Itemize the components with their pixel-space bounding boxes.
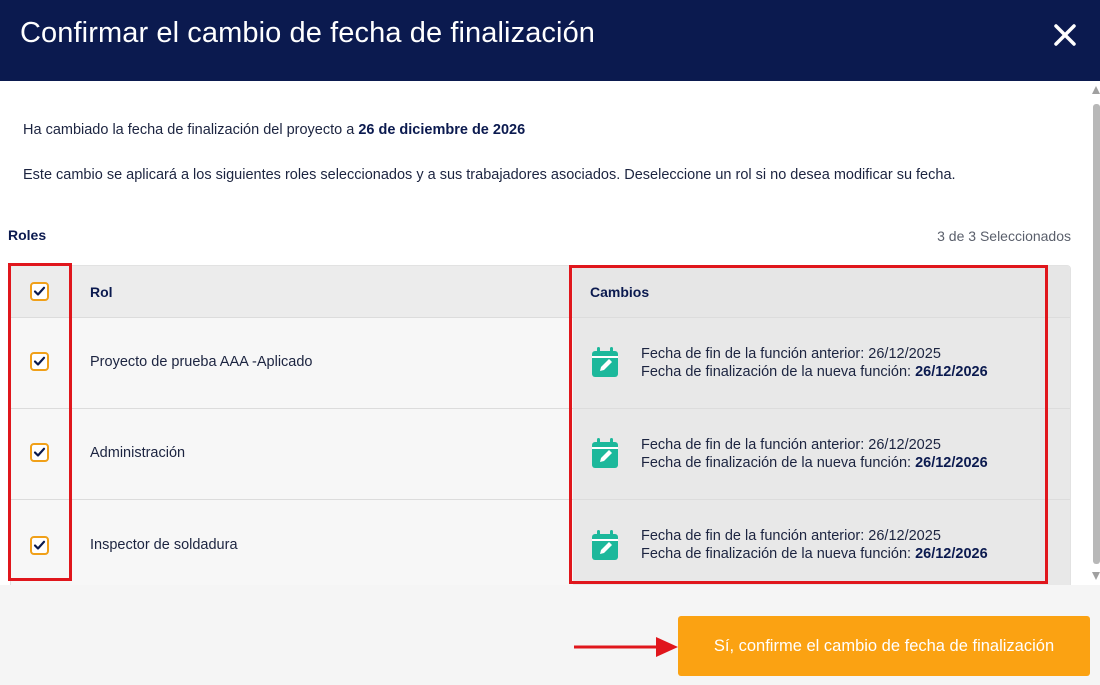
role-checkbox[interactable]	[30, 443, 49, 462]
table-header: Rol Cambios	[11, 266, 1070, 317]
checkmark-icon	[33, 447, 46, 457]
scroll-down-arrow-icon[interactable]	[1092, 572, 1100, 580]
roles-section-title: Roles	[8, 227, 47, 243]
old-end-date: Fecha de fin de la función anterior: 26/…	[641, 437, 941, 453]
role-checkbox[interactable]	[30, 352, 49, 371]
intro-text-date: Ha cambiado la fecha de finalización del…	[23, 122, 526, 138]
calendar-edit-icon	[592, 438, 618, 468]
table-row: Administración Fecha de fin de la funció…	[11, 408, 1070, 499]
new-end-date: Fecha de finalización de la nueva funció…	[641, 364, 988, 380]
confirm-end-date-change-button[interactable]: Sí, confirme el cambio de fecha de final…	[678, 616, 1090, 676]
intro-text-instructions: Este cambio se aplicará a los siguientes…	[23, 167, 956, 183]
table-row: Inspector de soldadura Fecha de fin de l…	[11, 499, 1070, 585]
dialog-title: Confirmar el cambio de fecha de finaliza…	[20, 17, 596, 49]
checkmark-icon	[33, 356, 46, 366]
column-header-rol: Rol	[90, 284, 113, 300]
checkmark-icon	[33, 286, 46, 296]
role-name: Administración	[90, 445, 186, 461]
column-header-cambios: Cambios	[590, 284, 650, 300]
checkmark-icon	[33, 540, 46, 550]
close-icon[interactable]	[1050, 20, 1080, 50]
arrow-right-icon	[574, 637, 678, 657]
dialog-footer: Sí, confirme el cambio de fecha de final…	[0, 585, 1100, 685]
roles-table: Rol Cambios Proyecto de prueba AAA -Apli…	[10, 265, 1071, 585]
scrollbar-thumb[interactable]	[1093, 104, 1100, 564]
selected-count: 3 de 3 Seleccionados	[937, 228, 1071, 244]
role-name: Proyecto de prueba AAA -Aplicado	[90, 354, 313, 370]
role-checkbox[interactable]	[30, 536, 49, 555]
calendar-edit-icon	[592, 347, 618, 377]
scrollbar[interactable]	[1092, 86, 1100, 580]
role-name: Inspector de soldadura	[90, 537, 238, 553]
scroll-up-arrow-icon[interactable]	[1092, 86, 1100, 94]
old-end-date: Fecha de fin de la función anterior: 26/…	[641, 346, 941, 362]
calendar-edit-icon	[592, 530, 618, 560]
new-project-end-date: 26 de diciembre de 2026	[358, 122, 526, 138]
dialog-body: Ha cambiado la fecha de finalización del…	[0, 81, 1100, 585]
new-end-date: Fecha de finalización de la nueva funció…	[641, 455, 988, 471]
dialog-header: Confirmar el cambio de fecha de finaliza…	[0, 0, 1100, 81]
new-end-date: Fecha de finalización de la nueva funció…	[641, 546, 988, 562]
table-row: Proyecto de prueba AAA -Aplicado Fecha d…	[11, 317, 1070, 408]
old-end-date: Fecha de fin de la función anterior: 26/…	[641, 528, 941, 544]
select-all-checkbox[interactable]	[30, 282, 49, 301]
